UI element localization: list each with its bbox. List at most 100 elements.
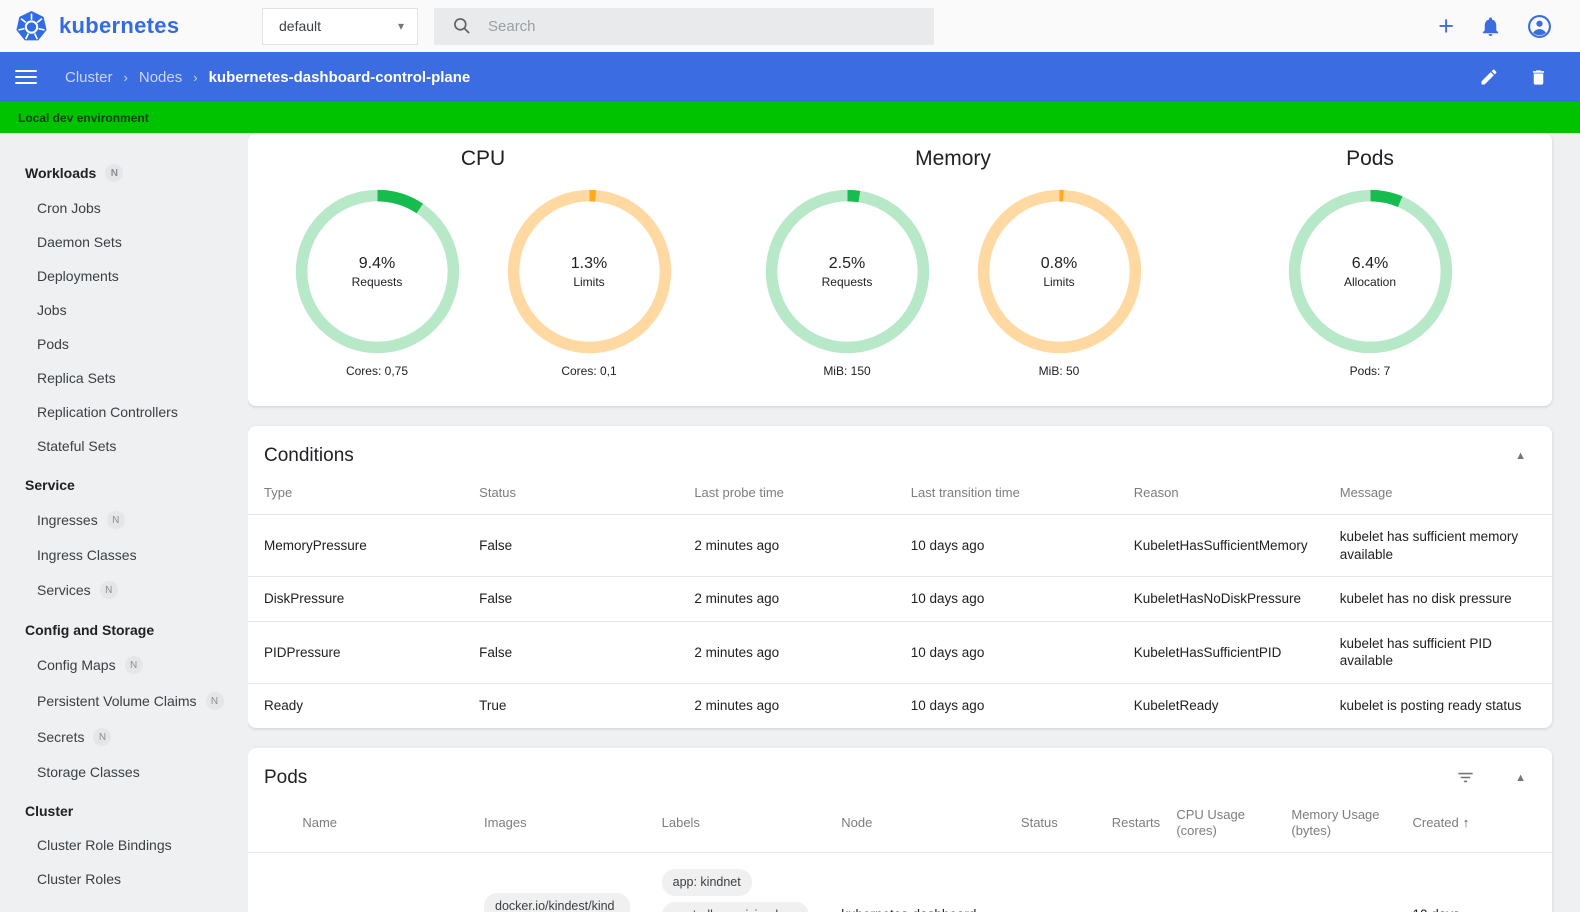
sidebar-item-services[interactable]: Services N: [0, 572, 248, 608]
table-row: PIDPressure False 2 minutes ago 10 days …: [248, 620, 1552, 684]
donut-label: Limits: [573, 274, 605, 289]
pods-header-row: Name Images Labels Node Status Restarts …: [248, 798, 1552, 853]
cpu-limits-donut: 1.3% Limits Cores: 0,1: [507, 189, 672, 378]
collapse-card-icon[interactable]: ▲: [1505, 450, 1536, 462]
collapse-card-icon[interactable]: ▲: [1505, 772, 1536, 784]
condition-type: Ready: [248, 682, 464, 728]
row-actions-kebab-icon[interactable]: ⋮: [1499, 852, 1552, 912]
col-node: Node: [841, 814, 873, 830]
donut-label: Requests: [351, 274, 403, 289]
donut-value: 0.8%: [1040, 254, 1078, 272]
brand[interactable]: kubernetes: [0, 10, 248, 43]
sidebar-item-replication-controllers[interactable]: Replication Controllers: [0, 395, 248, 429]
pod-cpu-usage: -: [1160, 852, 1276, 912]
item-label: Config Maps: [37, 657, 116, 673]
pods-section-title: Pods: [264, 766, 308, 788]
item-label: Storage Classes: [37, 764, 140, 780]
sidebar-item-ingress-classes[interactable]: Ingress Classes: [0, 538, 248, 572]
item-label: Services: [37, 582, 91, 598]
page-title: kubernetes-dashboard-control-plane: [208, 68, 471, 86]
namespaced-badge: N: [99, 581, 118, 599]
top-bar: kubernetes default ▾ +: [0, 0, 1580, 52]
pod-created: 10 days ago: [1396, 852, 1500, 912]
condition-status: False: [463, 514, 679, 577]
pod-label-chip: app: kindnet: [661, 869, 752, 896]
sidebar-item-config-maps[interactable]: Config Maps N: [0, 647, 248, 683]
sidebar-item-persistent-volume-claims[interactable]: Persistent Volume Claims N: [0, 683, 248, 719]
col-reason: Reason: [1133, 485, 1179, 500]
donut-value: 6.4%: [1351, 254, 1389, 272]
condition-last-probe: 2 minutes ago: [678, 620, 895, 684]
pod-labels-cell: app: kindnet controller-revision-hash: 5…: [645, 852, 826, 912]
namespaced-badge: N: [205, 692, 224, 710]
delete-trash-icon[interactable]: [1529, 68, 1548, 87]
sidebar-item-ingresses[interactable]: Ingresses N: [0, 502, 248, 538]
sidebar-section-config-storage[interactable]: Config and Storage: [0, 613, 248, 647]
table-row: Ready True 2 minutes ago 10 days ago Kub…: [248, 682, 1552, 728]
condition-last-probe: 2 minutes ago: [678, 514, 895, 577]
cpu-title: CPU: [460, 147, 506, 170]
edit-pencil-icon[interactable]: [1479, 67, 1499, 87]
col-memory-usage: Memory Usage (bytes): [1291, 806, 1380, 838]
sidebar-item-daemon-sets[interactable]: Daemon Sets: [0, 225, 248, 259]
sort-ascending-icon: ↑: [1462, 814, 1470, 830]
donut-footer: MiB: 50: [1038, 364, 1080, 378]
condition-status: True: [463, 682, 679, 728]
donut-value: 1.3%: [570, 254, 608, 272]
menu-hamburger-icon[interactable]: [15, 66, 37, 88]
condition-reason: KubeletReady: [1117, 682, 1324, 728]
search-bar[interactable]: [434, 7, 934, 45]
condition-status: False: [463, 576, 679, 622]
breadcrumb-nodes[interactable]: Nodes: [139, 69, 182, 86]
user-account-icon[interactable]: [1527, 14, 1552, 39]
create-resource-icon[interactable]: +: [1438, 12, 1454, 40]
sidebar-item-pods[interactable]: Pods: [0, 327, 248, 361]
environment-banner: Local dev environment: [0, 102, 1580, 133]
sidebar-section-service[interactable]: Service: [0, 468, 248, 502]
condition-last-probe: 2 minutes ago: [678, 576, 895, 622]
memory-title: Memory: [915, 147, 991, 170]
search-input[interactable]: [488, 17, 868, 35]
donut-value: 2.5%: [828, 254, 866, 272]
sidebar-nav: Workloads N Cron Jobs Daemon Sets Deploy…: [0, 133, 248, 912]
sidebar-section-workloads[interactable]: Workloads N: [0, 155, 248, 191]
item-label: Deployments: [37, 268, 119, 284]
item-label: Replica Sets: [37, 370, 116, 386]
main-panel: CPU 9.4% Requests Cores: 0,75 1.3% Limit…: [248, 133, 1580, 912]
namespace-selector[interactable]: default ▾: [262, 7, 418, 45]
sidebar-item-stateful-sets[interactable]: Stateful Sets: [0, 429, 248, 463]
toolbar-actions: [1479, 67, 1580, 87]
namespaced-badge: N: [106, 511, 125, 529]
kubernetes-dashboard: kubernetes default ▾ +: [0, 0, 1580, 912]
notifications-bell-icon[interactable]: [1479, 15, 1502, 38]
sidebar-item-cluster-role-bindings[interactable]: Cluster Role Bindings: [0, 828, 248, 862]
breadcrumb-cluster[interactable]: Cluster: [65, 69, 113, 86]
condition-status: False: [463, 620, 679, 684]
conditions-header-row: Type Status Last probe time Last transit…: [248, 476, 1552, 515]
namespaced-badge: N: [105, 164, 124, 182]
allocation-overview-card: CPU 9.4% Requests Cores: 0,75 1.3% Limit…: [248, 133, 1552, 406]
sidebar-item-cluster-roles[interactable]: Cluster Roles: [0, 862, 248, 896]
pod-image-chip: docker.io/kindest/kindnetd:v20230511-dc7…: [484, 893, 630, 912]
sidebar-item-replica-sets[interactable]: Replica Sets: [0, 361, 248, 395]
table-row: DiskPressure False 2 minutes ago 10 days…: [248, 576, 1552, 622]
condition-message: kubelet has sufficient memory available: [1323, 514, 1552, 577]
sidebar-section-cluster[interactable]: Cluster: [0, 794, 248, 828]
col-labels: Labels: [661, 814, 700, 830]
sidebar-item-storage-classes[interactable]: Storage Classes: [0, 755, 248, 789]
item-label: Stateful Sets: [37, 438, 117, 454]
col-created[interactable]: Created ↑: [1396, 798, 1499, 853]
sidebar-item-jobs[interactable]: Jobs: [0, 293, 248, 327]
conditions-card: Conditions ▲ Type Status Last probe time…: [248, 426, 1552, 728]
sidebar-item-deployments[interactable]: Deployments: [0, 259, 248, 293]
sidebar-item-cron-jobs[interactable]: Cron Jobs: [0, 191, 248, 225]
item-label: Cluster Role Bindings: [37, 837, 172, 853]
donut-label: Limits: [1043, 274, 1075, 289]
filter-icon[interactable]: [1456, 768, 1475, 787]
col-type: Type: [264, 485, 293, 500]
sidebar-item-secrets[interactable]: Secrets N: [0, 719, 248, 755]
pod-node: kubernetes-dashboard-control-plane: [825, 852, 1005, 912]
col-last-transition-time: Last transition time: [910, 485, 1020, 500]
namespace-value: default: [279, 18, 322, 34]
breadcrumb: Cluster › Nodes › kubernetes-dashboard-c…: [65, 69, 470, 86]
